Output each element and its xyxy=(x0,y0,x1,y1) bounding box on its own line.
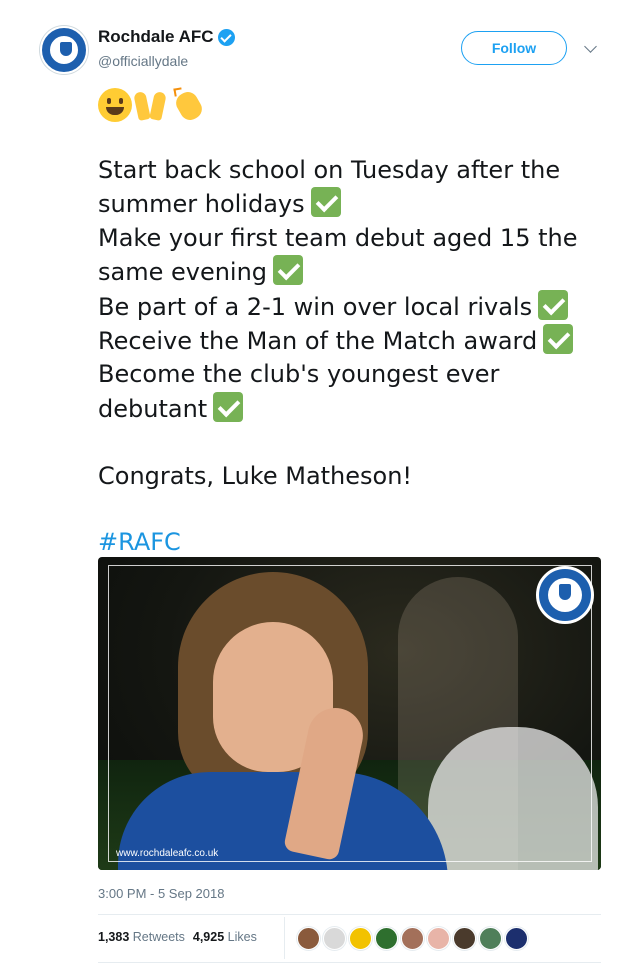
tweet-photo[interactable]: www.rochdaleafc.co.uk xyxy=(98,557,601,870)
photo-frame-border xyxy=(108,565,592,862)
liker-avatar[interactable] xyxy=(479,927,502,950)
retweets-label: Retweets xyxy=(132,930,185,944)
grinning-face-icon xyxy=(98,88,132,122)
line-spacer xyxy=(98,493,608,526)
check-mark-icon xyxy=(310,187,341,218)
retweets-count: 1,383 xyxy=(98,930,130,944)
tweet-line: Receive the Man of the Match award xyxy=(98,324,608,358)
account-handle[interactable]: @officiallydale xyxy=(98,53,188,69)
liker-avatar[interactable] xyxy=(297,927,320,950)
tweet-line: same evening xyxy=(98,255,608,289)
raising-hands-icon xyxy=(132,86,170,124)
check-mark-icon xyxy=(538,289,569,320)
tweet-text: Start back school on Tuesday after the s… xyxy=(98,154,608,560)
clapping-hands-icon xyxy=(170,86,208,124)
crest-shield-icon xyxy=(60,42,72,56)
tweet-line: Become the club's youngest ever xyxy=(98,360,500,389)
photo-watermark: www.rochdaleafc.co.uk xyxy=(116,848,219,859)
tweet-timestamp[interactable]: 3:00 PM - 5 Sep 2018 xyxy=(98,886,224,901)
crest-inner xyxy=(548,578,582,612)
account-display-name[interactable]: Rochdale AFC xyxy=(98,27,214,47)
likes-count: 4,925 xyxy=(192,930,225,944)
verified-badge-icon xyxy=(218,29,235,46)
hashtag-link[interactable]: #RAFC xyxy=(98,526,608,559)
tweet-line: Start back school on Tuesday after the xyxy=(98,156,561,184)
liker-avatar[interactable] xyxy=(349,927,372,950)
account-avatar[interactable] xyxy=(40,26,88,74)
tweet-line: Be part of a 2-1 win over local rivals xyxy=(98,289,608,324)
liker-avatar[interactable] xyxy=(375,927,398,950)
crest-shield-icon xyxy=(559,584,571,600)
check-mark-icon xyxy=(273,255,304,286)
likes-stat[interactable]: 4,925 Likes xyxy=(193,930,257,944)
liker-avatar[interactable] xyxy=(453,927,476,950)
engagement-stats: 1,383 Retweets 4,925 Likes xyxy=(98,930,257,944)
liker-avatars xyxy=(297,927,528,950)
tweet-line: Make your first team debut aged 15 the xyxy=(98,223,578,252)
check-mark-icon xyxy=(543,324,574,355)
liker-avatar[interactable] xyxy=(505,927,528,950)
check-mark-icon xyxy=(213,391,244,422)
divider xyxy=(98,914,601,915)
club-crest-logo xyxy=(536,566,594,624)
congrats-line: Congrats, Luke Matheson! xyxy=(98,461,413,490)
tweet-line: summer holidays xyxy=(98,187,608,221)
chevron-down-icon[interactable] xyxy=(584,40,597,53)
liker-avatar[interactable] xyxy=(323,927,346,950)
liker-avatar[interactable] xyxy=(401,927,424,950)
emoji-row xyxy=(98,86,208,126)
likes-label: Likes xyxy=(227,930,257,944)
tweet-line: debutant xyxy=(98,391,608,426)
retweets-stat[interactable]: 1,383 Retweets xyxy=(98,930,185,944)
line-spacer xyxy=(98,426,608,459)
stats-separator xyxy=(284,917,285,959)
liker-avatar[interactable] xyxy=(427,927,450,950)
follow-button[interactable]: Follow xyxy=(461,31,567,65)
